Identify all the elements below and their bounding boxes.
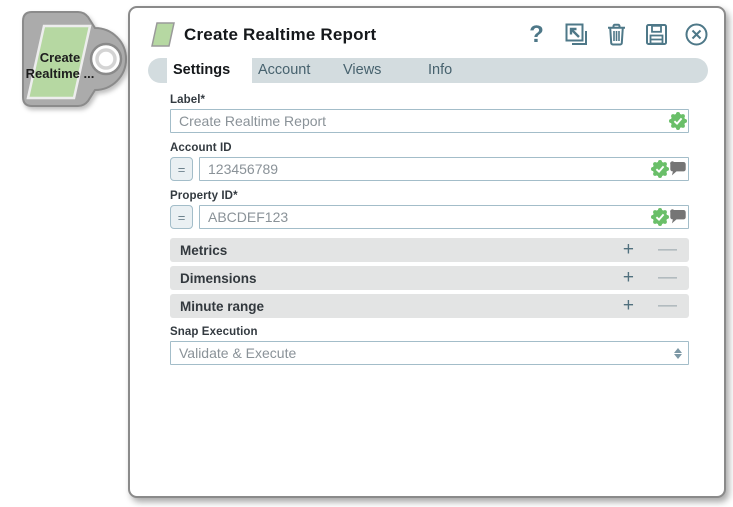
add-row-icon[interactable]: + xyxy=(623,295,634,317)
section-title: Dimensions xyxy=(180,270,257,286)
section-minute-range[interactable]: Minute range + — xyxy=(170,294,689,318)
tab-settings[interactable]: Settings xyxy=(167,58,252,83)
snap-node[interactable]: Create Realtime ... xyxy=(8,4,130,116)
comment-bubble-icon[interactable] xyxy=(670,161,687,177)
dialog-title: Create Realtime Report xyxy=(184,24,377,44)
select-spinner-icon[interactable] xyxy=(674,347,682,359)
section-title: Minute range xyxy=(180,298,265,314)
expression-toggle-button[interactable]: = xyxy=(170,205,193,229)
snap-settings-dialog: Create Realtime Report ? Settings Accoun… xyxy=(128,6,726,498)
snap-node-label-line1: Create xyxy=(40,50,80,65)
svg-text:?: ? xyxy=(529,22,544,47)
snap-execution-caption: Snap Execution xyxy=(170,326,258,338)
valid-check-icon xyxy=(651,208,669,226)
snap-node-label-line2: Realtime ... xyxy=(26,66,95,81)
settings-form: Label* Create Realtime Report Account ID… xyxy=(130,83,724,365)
add-row-icon[interactable]: + xyxy=(623,267,634,289)
label-field-caption: Label* xyxy=(170,94,206,106)
valid-check-icon xyxy=(669,112,687,130)
valid-check-icon xyxy=(651,160,669,178)
section-title: Metrics xyxy=(180,242,228,258)
remove-row-icon[interactable]: — xyxy=(658,267,677,289)
tab-bar: Settings Account Views Info xyxy=(148,58,708,83)
account-id-caption: Account ID xyxy=(170,142,232,154)
remove-row-icon[interactable]: — xyxy=(658,239,677,261)
comment-bubble-icon[interactable] xyxy=(670,209,687,225)
field-label: Label* xyxy=(170,94,689,133)
add-row-icon[interactable]: + xyxy=(623,239,634,261)
snap-execution-select[interactable]: Validate & Execute xyxy=(170,341,689,365)
expression-toggle-button[interactable]: = xyxy=(170,157,193,181)
account-id-input[interactable] xyxy=(199,157,689,181)
remove-row-icon[interactable]: — xyxy=(658,295,677,317)
section-dimensions[interactable]: Dimensions + — xyxy=(170,266,689,290)
tab-account[interactable]: Account xyxy=(252,58,337,83)
header-actions: ? xyxy=(524,22,709,47)
section-metrics[interactable]: Metrics + — xyxy=(170,238,689,262)
tab-views[interactable]: Views xyxy=(337,58,422,83)
snap-type-icon xyxy=(151,22,175,47)
field-property-id: Property ID* = xyxy=(170,190,689,229)
dialog-header: Create Realtime Report ? xyxy=(130,8,724,56)
field-account-id: Account ID = xyxy=(170,142,689,181)
open-in-new-icon[interactable] xyxy=(564,22,589,47)
delete-icon[interactable] xyxy=(604,22,629,47)
save-icon[interactable] xyxy=(644,22,669,47)
snap-execution-value: Validate & Execute xyxy=(179,345,297,361)
accordion-sections: Metrics + — Dimensions + — Minute range … xyxy=(170,238,689,318)
field-snap-execution: Snap Execution Validate & Execute xyxy=(170,326,689,365)
property-id-input[interactable] xyxy=(199,205,689,229)
tab-info[interactable]: Info xyxy=(422,58,507,83)
close-icon[interactable] xyxy=(684,22,709,47)
property-id-caption: Property ID* xyxy=(170,190,238,202)
label-input[interactable] xyxy=(170,109,689,133)
help-icon[interactable]: ? xyxy=(524,22,549,47)
